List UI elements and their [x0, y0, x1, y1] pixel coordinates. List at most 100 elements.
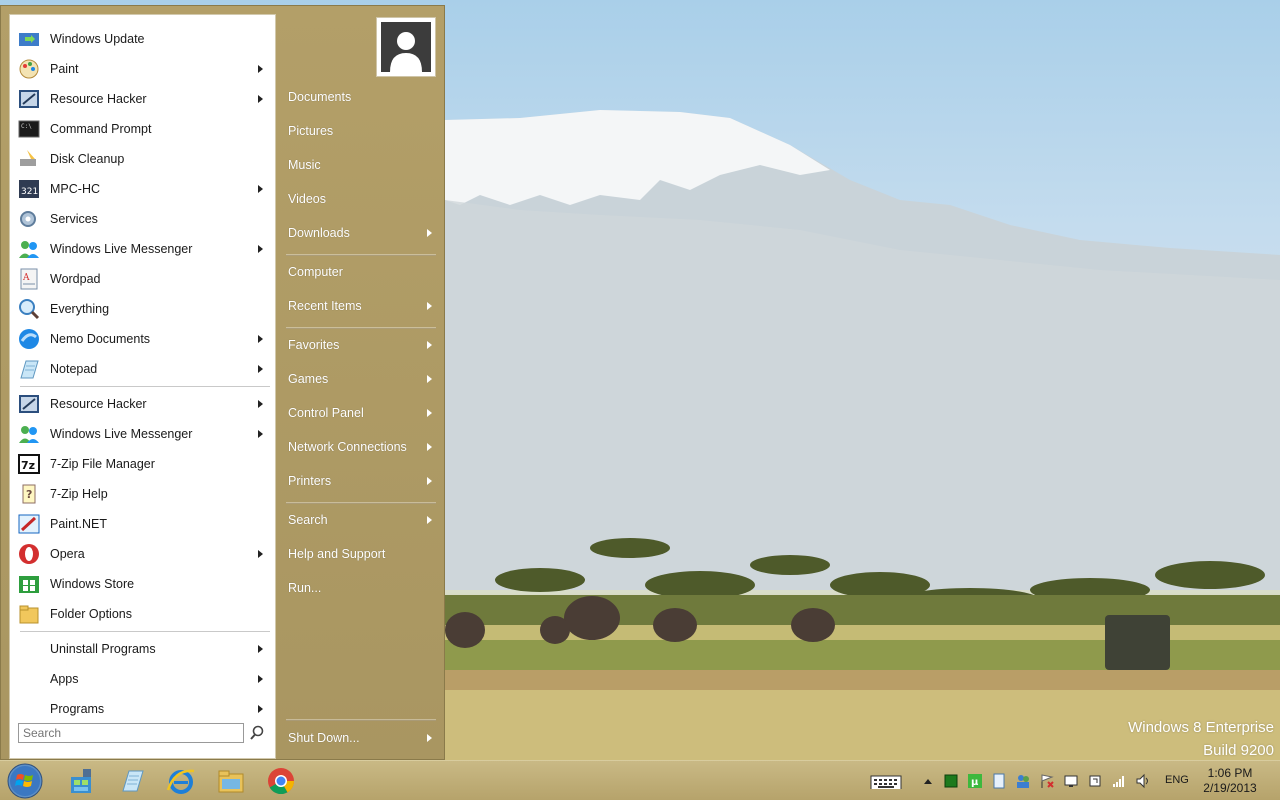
- item-icon-slot: [17, 392, 41, 416]
- start-item-label: Paint.NET: [50, 517, 107, 531]
- messenger-icon: [19, 241, 39, 258]
- start-item-mpc-hc[interactable]: 321 MPC-HC: [14, 174, 271, 204]
- start-item-apps[interactable]: Apps: [14, 664, 271, 694]
- item-icon-slot: [17, 57, 41, 81]
- start-item-command-prompt[interactable]: C:\ Command Prompt: [14, 114, 271, 144]
- start-link-label: Documents: [288, 90, 352, 104]
- menu-separator: [20, 386, 270, 387]
- start-link-network-connections[interactable]: Network Connections: [278, 432, 438, 462]
- item-icon-slot: A: [17, 267, 41, 291]
- tray-keyboard[interactable]: [870, 773, 902, 791]
- start-link-games[interactable]: Games: [278, 364, 438, 394]
- user-avatar[interactable]: [376, 17, 436, 77]
- start-item-nemo-documents[interactable]: Nemo Documents: [14, 324, 271, 354]
- tray-display[interactable]: [1063, 773, 1079, 789]
- start-item-windows-store[interactable]: Windows Store: [14, 569, 271, 599]
- taskbar-notepad[interactable]: [108, 762, 154, 800]
- submenu-arrow-icon: [258, 705, 263, 713]
- start-link-favorites[interactable]: Favorites: [278, 330, 438, 360]
- tray-document[interactable]: [991, 773, 1007, 789]
- start-item-everything[interactable]: Everything: [14, 294, 271, 324]
- language-indicator[interactable]: ENG: [1165, 774, 1189, 786]
- start-item-paint[interactable]: Paint: [14, 54, 271, 84]
- start-button[interactable]: [2, 762, 48, 800]
- tray-flag[interactable]: [1039, 773, 1055, 789]
- start-item-label: Resource Hacker: [50, 397, 147, 411]
- system-clock[interactable]: 1:06 PM 2/19/2013: [1195, 766, 1265, 796]
- start-link-printers[interactable]: Printers: [278, 466, 438, 496]
- item-icon-slot: [17, 512, 41, 536]
- submenu-arrow-icon: [258, 335, 263, 343]
- search-icon[interactable]: [248, 724, 266, 742]
- internet-explorer-icon: [166, 769, 195, 794]
- nemo-documents-icon: [19, 329, 39, 349]
- start-item-opera[interactable]: Opera: [14, 539, 271, 569]
- tray-show-hiddens[interactable]: [920, 773, 936, 789]
- start-item-7-zip-help[interactable]: ? 7-Zip Help: [14, 479, 271, 509]
- tray-signal[interactable]: [1111, 773, 1127, 789]
- signal-icon: [1113, 776, 1124, 787]
- start-item-resource-hacker[interactable]: Resource Hacker: [14, 84, 271, 114]
- item-icon-slot: [17, 27, 41, 51]
- start-search-input[interactable]: [18, 723, 244, 743]
- tray-users[interactable]: [1015, 773, 1031, 789]
- start-item-disk-cleanup[interactable]: Disk Cleanup: [14, 144, 271, 174]
- tray-green-app[interactable]: [943, 773, 959, 789]
- start-link-videos[interactable]: Videos: [278, 184, 438, 214]
- start-item-label: Opera: [50, 547, 85, 561]
- start-link-run[interactable]: Run...: [278, 573, 438, 603]
- submenu-arrow-icon: [258, 245, 263, 253]
- clock-time: 1:06 PM: [1207, 766, 1253, 780]
- start-link-recent-items[interactable]: Recent Items: [278, 291, 438, 321]
- start-link-help-and-support[interactable]: Help and Support: [278, 539, 438, 569]
- shut-down-label: Shut Down...: [288, 731, 360, 745]
- start-link-label: Games: [288, 372, 329, 386]
- flag-icon: [1041, 774, 1054, 788]
- start-link-downloads[interactable]: Downloads: [278, 218, 438, 248]
- tray-power[interactable]: [1087, 773, 1103, 789]
- start-item-notepad[interactable]: Notepad: [14, 354, 271, 384]
- submenu-arrow-icon: [427, 477, 432, 485]
- start-link-label: Videos: [288, 192, 326, 206]
- start-item-windows-update[interactable]: Windows Update: [14, 24, 271, 54]
- start-link-label: Search: [288, 513, 328, 527]
- start-link-documents[interactable]: Documents: [278, 82, 438, 112]
- tray-utorrent[interactable]: μ: [967, 773, 983, 789]
- start-item-label: Services: [50, 212, 98, 226]
- start-item-resource-hacker[interactable]: Resource Hacker: [14, 389, 271, 419]
- start-item-programs[interactable]: Programs: [14, 694, 271, 724]
- item-icon-slot: [17, 147, 41, 171]
- taskbar-chrome[interactable]: [258, 762, 304, 800]
- start-item-label: Programs: [50, 702, 105, 716]
- start-item-windows-live-messenger[interactable]: Windows Live Messenger: [14, 419, 271, 449]
- tray-volume[interactable]: [1135, 773, 1151, 789]
- start-link-pictures[interactable]: Pictures: [278, 116, 438, 146]
- start-link-music[interactable]: Music: [278, 150, 438, 180]
- start-link-computer[interactable]: Computer: [278, 257, 438, 287]
- shut-down-button[interactable]: Shut Down...: [278, 723, 438, 753]
- submenu-arrow-icon: [258, 550, 263, 558]
- item-icon-slot: 321: [17, 177, 41, 201]
- start-menu: Windows Update Paint Resource Hacker C:\ Com…: [0, 5, 445, 760]
- start-link-control-panel[interactable]: Control Panel: [278, 398, 438, 428]
- display-icon: [1064, 775, 1078, 787]
- start-item-wordpad[interactable]: A Wordpad: [14, 264, 271, 294]
- start-item-windows-live-messenger[interactable]: Windows Live Messenger: [14, 234, 271, 264]
- taskbar-internet-explorer[interactable]: [158, 762, 204, 800]
- start-link-search[interactable]: Search: [278, 505, 438, 535]
- item-icon-slot: C:\: [17, 117, 41, 141]
- windows-store-icon: [19, 576, 39, 593]
- start-item-services[interactable]: Services: [14, 204, 271, 234]
- start-link-label: Help and Support: [288, 547, 386, 561]
- start-item-7-zip-file-manager[interactable]: 7z 7-Zip File Manager: [14, 449, 271, 479]
- start-item-uninstall-programs[interactable]: Uninstall Programs: [14, 634, 271, 664]
- start-item-paint-net[interactable]: Paint.NET: [14, 509, 271, 539]
- taskbar-network-app[interactable]: [58, 762, 104, 800]
- item-icon-slot: [17, 422, 41, 446]
- start-item-folder-options[interactable]: Folder Options: [14, 599, 271, 629]
- taskbar-file-explorer[interactable]: [208, 762, 254, 800]
- svg-text:?: ?: [26, 488, 32, 501]
- start-item-label: Wordpad: [50, 272, 101, 286]
- start-item-label: 7-Zip Help: [50, 487, 108, 501]
- menu-separator: [20, 631, 270, 632]
